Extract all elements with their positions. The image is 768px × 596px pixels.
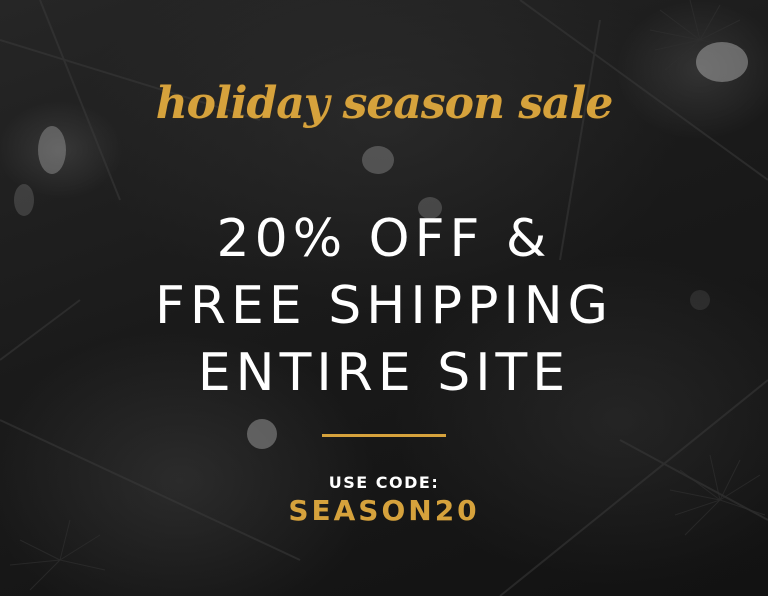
gold-divider bbox=[322, 434, 446, 437]
promo-code-label: USE CODE: bbox=[328, 473, 440, 492]
headline-line-shipping: FREE SHIPPING bbox=[155, 276, 613, 336]
holiday-sale-banner: holiday season sale 20% OFF & FREE SHIPP… bbox=[0, 0, 768, 596]
promo-code-value: SEASON20 bbox=[288, 494, 480, 527]
banner-content: holiday season sale 20% OFF & FREE SHIPP… bbox=[0, 0, 768, 596]
offer-headline: 20% OFF & FREE SHIPPING ENTIRE SITE bbox=[0, 206, 768, 407]
headline-line-discount: 20% OFF & bbox=[216, 209, 552, 269]
sale-script-title: holiday season sale bbox=[155, 78, 614, 129]
headline-line-scope: ENTIRE SITE bbox=[197, 343, 571, 403]
